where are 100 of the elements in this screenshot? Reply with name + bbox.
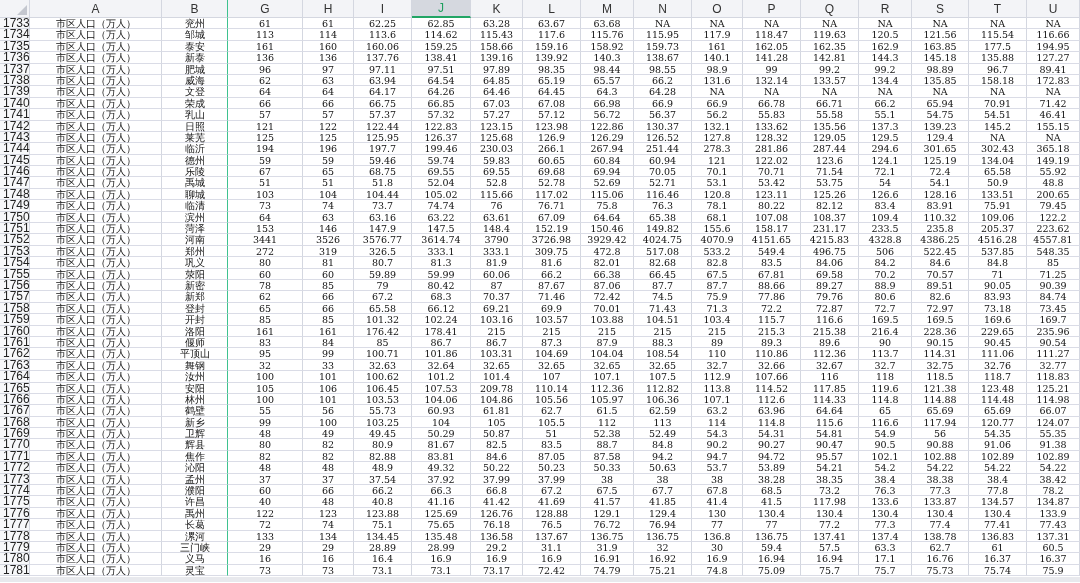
table-cell: 郑州 [162,245,228,258]
table-cell: 50.29 [412,428,471,440]
row-header[interactable]: 1752 [0,234,30,246]
table-cell: 90.15 [912,336,969,349]
table-cell: 41.85 [634,496,692,508]
table-cell: 63 [303,211,354,224]
column-header[interactable]: M [581,0,634,18]
column-header[interactable]: O [692,0,743,18]
table-cell: 66.78 [743,97,801,110]
table-cell: 50.33 [581,462,634,474]
row-header[interactable]: 1777 [0,519,30,531]
table-cell: 71 [969,268,1027,280]
column-header[interactable]: I [354,0,412,18]
table-cell: 106.36 [634,393,692,406]
select-all-icon[interactable] [17,5,27,15]
table-cell: 130.4 [743,507,801,520]
table-cell: 54.2 [859,462,912,474]
column-header[interactable]: B [162,0,228,18]
table-cell: 市区人口（万人） [30,519,162,531]
table-cell: 37.99 [523,473,581,485]
table-cell: 114.52 [743,382,801,394]
table-cell: 158.17 [743,223,801,235]
table-cell: 市区人口（万人） [30,223,162,235]
column-header[interactable]: Q [801,0,859,18]
row-header[interactable]: 1760 [0,325,30,337]
table-cell: 市区人口（万人） [30,143,162,155]
table-cell: 122.44 [354,120,412,132]
row-header[interactable]: 1775 [0,496,30,508]
table-cell: 146 [303,223,354,235]
table-cell: 46.41 [1027,109,1080,121]
table-cell: 122.2 [1027,211,1080,224]
row-header[interactable]: 1755 [0,268,30,280]
row-header[interactable]: 1765 [0,382,30,394]
table-cell: 市区人口（万人） [30,188,162,201]
table-cell: 市区人口（万人） [30,154,162,167]
row-header[interactable]: 1767 [0,405,30,417]
row-header[interactable]: 1754 [0,257,30,269]
table-cell: 32.65 [471,359,523,372]
table-cell: 251.44 [634,143,692,155]
row-header[interactable]: 1772 [0,462,30,474]
table-cell: 163.85 [912,40,969,53]
column-header[interactable]: N [634,0,692,18]
table-cell: 91.06 [969,439,1027,451]
table-cell: 76.5 [523,519,581,531]
row-header[interactable]: 1757 [0,291,30,303]
table-cell: 66.45 [634,268,692,280]
column-header[interactable]: K [471,0,523,18]
row-header[interactable]: 1778 [0,530,30,542]
column-header[interactable]: G [228,0,303,18]
table-cell: 63.22 [412,211,471,224]
horizontal-scrollbar[interactable] [0,577,1080,583]
row-header[interactable]: 1744 [0,143,30,155]
table-cell: 83.4 [859,200,912,212]
table-cell: 威海 [162,74,228,87]
column-header[interactable]: U [1027,0,1080,18]
table-cell: 215.3 [743,325,801,337]
row-header[interactable]: 1736 [0,52,30,64]
table-cell: 59 [303,154,354,167]
table-cell: 272 [228,245,303,258]
row-header[interactable]: 1741 [0,109,30,121]
table-cell: 87.05 [523,450,581,463]
table-cell: 51.8 [354,177,412,189]
column-header[interactable]: L [523,0,581,18]
row-header[interactable]: 1742 [0,120,30,132]
row-header[interactable]: 1774 [0,485,30,497]
column-header[interactable]: P [743,0,801,18]
row-header[interactable]: 1737 [0,63,30,75]
table-cell: 57.5 [801,541,859,554]
row-header[interactable]: 1733 [0,18,30,30]
row-header[interactable]: 1759 [0,314,30,326]
row-header[interactable]: 1751 [0,223,30,235]
table-cell: 67 [228,166,303,178]
row-header[interactable]: 1769 [0,428,30,440]
row-header[interactable]: 1739 [0,86,30,98]
table-cell: 40.8 [354,496,412,508]
table-cell: 278.3 [692,143,743,155]
row-header[interactable]: 1747 [0,177,30,189]
table-cell: 32 [634,541,692,554]
row-header[interactable]: 1746 [0,166,30,178]
row-header[interactable]: 1780 [0,553,30,565]
column-header[interactable]: A [30,0,162,18]
table-cell: 56 [912,428,969,440]
column-header[interactable]: S [912,0,969,18]
row-header[interactable]: 1749 [0,200,30,212]
column-header[interactable]: R [859,0,912,18]
table-cell: 77.41 [969,519,1027,531]
row-header[interactable]: 1762 [0,348,30,360]
table-cell: 三门峡 [162,541,228,554]
table-cell: 108.54 [634,348,692,360]
row-header[interactable]: 1770 [0,439,30,451]
table-cell: 112.9 [692,371,743,383]
row-header[interactable]: 1734 [0,29,30,41]
table-cell: 115.95 [634,29,692,41]
column-header[interactable]: H [303,0,354,18]
table-cell: 许昌 [162,496,228,508]
table-cell: 113 [634,416,692,429]
column-header[interactable]: T [969,0,1027,18]
table-cell: 75.9 [1027,564,1080,577]
table-cell: 临沂 [162,143,228,155]
row-header[interactable]: 1764 [0,371,30,383]
